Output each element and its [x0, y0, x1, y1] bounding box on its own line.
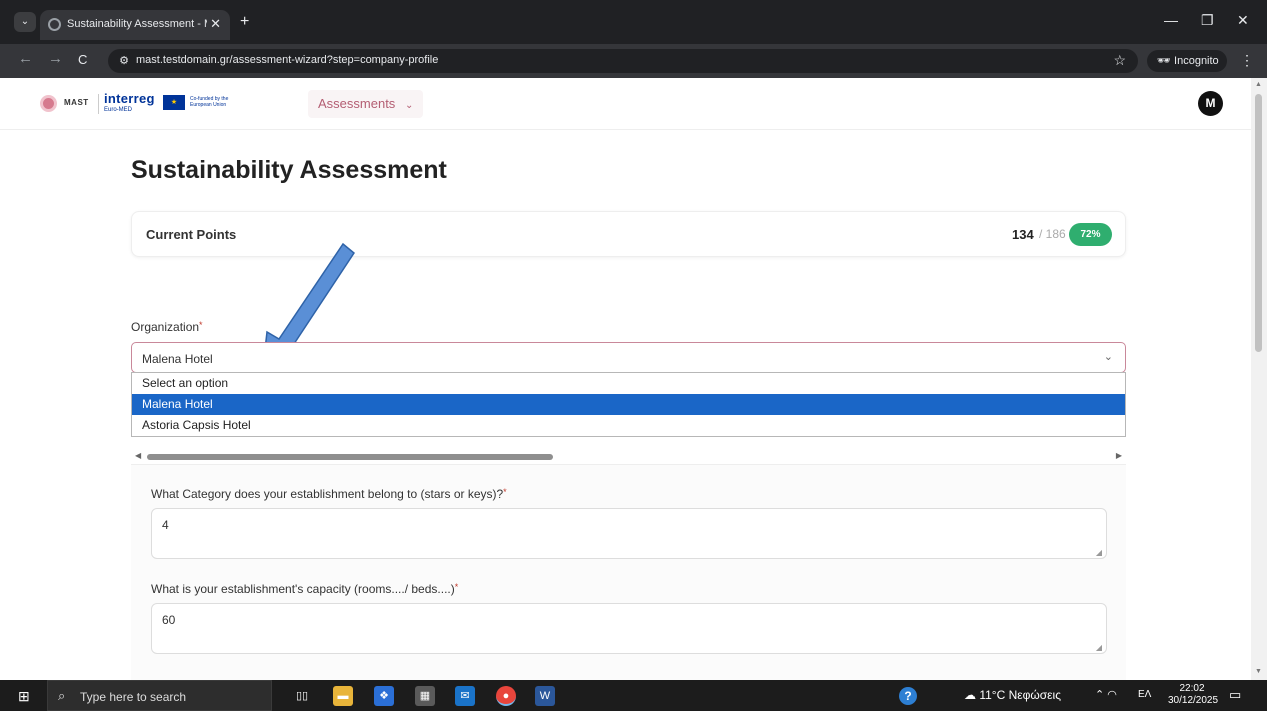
- globe-icon: [48, 18, 61, 31]
- question-category-text: What Category does your establishment be…: [151, 487, 504, 501]
- question-capacity-label: What is your establishment's capacity (r…: [151, 582, 458, 596]
- scroll-left-icon[interactable]: ◀: [135, 451, 141, 460]
- close-window-button[interactable]: ✕: [1237, 12, 1249, 29]
- option-astoria-capsis-hotel[interactable]: Astoria Capsis Hotel: [132, 415, 1125, 436]
- vertical-scroll-thumb[interactable]: [1255, 94, 1262, 352]
- address-bar[interactable]: ⚙ mast.testdomain.gr/assessment-wizard?s…: [108, 49, 1138, 73]
- organization-select[interactable]: Malena Hotel ⌄: [131, 342, 1126, 373]
- question-capacity-text: What is your establishment's capacity (r…: [151, 582, 455, 596]
- capacity-textarea[interactable]: 60 ◢: [151, 603, 1107, 654]
- browser-tab-bar: ⌄ Sustainability Assessment - MA ✕ + — ❐…: [0, 0, 1267, 44]
- taskbar-search-placeholder: Type here to search: [80, 690, 187, 704]
- store-icon[interactable]: ▦: [415, 686, 435, 706]
- clock-date: 30/12/2025: [1168, 695, 1219, 706]
- browser-tab[interactable]: Sustainability Assessment - MA ✕: [40, 10, 230, 40]
- horizontal-scroll-thumb[interactable]: [147, 454, 553, 460]
- incognito-icon: 🕶: [1157, 55, 1175, 67]
- organization-dropdown: Select an option Malena Hotel Astoria Ca…: [131, 372, 1126, 437]
- vertical-scrollbar[interactable]: ▲ ▼: [1251, 78, 1267, 680]
- points-total: / 186: [1039, 227, 1066, 241]
- brand-eu-text: Co-funded by the European Union: [190, 96, 229, 108]
- screen: ⌄ Sustainability Assessment - MA ✕ + — ❐…: [0, 0, 1267, 711]
- file-explorer-icon[interactable]: ▬: [333, 686, 353, 706]
- clock[interactable]: 22:02 30/12/2025: [1168, 683, 1219, 707]
- minimize-button[interactable]: —: [1164, 12, 1178, 28]
- language-indicator[interactable]: ΕΛ: [1138, 689, 1151, 700]
- scroll-down-icon[interactable]: ▼: [1255, 668, 1262, 675]
- mast-logo-icon: [40, 95, 57, 112]
- mail-icon[interactable]: ✉: [455, 686, 475, 706]
- windows-start-icon[interactable]: ⊞: [18, 688, 30, 705]
- browser-toolbar: ← → C ⚙ mast.testdomain.gr/assessment-wi…: [0, 44, 1267, 78]
- horizontal-scrollbar[interactable]: ◀ ▶: [131, 449, 1126, 465]
- browser-menu-icon[interactable]: ⋮: [1240, 52, 1254, 69]
- task-view-icon[interactable]: ▯▯: [292, 686, 312, 706]
- logo-divider: [98, 94, 99, 114]
- url-text: mast.testdomain.gr/assessment-wizard?ste…: [136, 54, 439, 66]
- organization-selected-value: Malena Hotel: [142, 352, 213, 366]
- resize-grip-icon[interactable]: ◢: [1096, 643, 1102, 652]
- page-title: Sustainability Assessment: [131, 156, 447, 184]
- dropbox-icon[interactable]: ❖: [374, 686, 394, 706]
- scroll-right-icon[interactable]: ▶: [1116, 451, 1122, 460]
- forward-button[interactable]: →: [48, 50, 63, 67]
- tab-close-icon[interactable]: ✕: [210, 16, 221, 32]
- scroll-up-icon[interactable]: ▲: [1255, 81, 1262, 88]
- chevron-down-icon: ⌄: [1103, 351, 1113, 363]
- required-mark: *: [503, 487, 507, 497]
- new-tab-button[interactable]: +: [240, 13, 249, 31]
- weather-text: 11°C Νεφώσεις: [979, 688, 1061, 702]
- organization-label: Organization*: [131, 320, 203, 334]
- reload-button[interactable]: C: [78, 52, 87, 67]
- clock-time: 22:02: [1179, 683, 1205, 694]
- search-icon: ⌕: [58, 688, 66, 703]
- company-profile-form: What Category does your establishment be…: [131, 465, 1126, 680]
- system-tray-icons[interactable]: ⌃ ◠: [1095, 688, 1117, 701]
- brand-euromed: Euro-MED: [104, 107, 133, 113]
- tab-search-menu-button[interactable]: ⌄: [14, 12, 36, 32]
- required-mark: *: [199, 320, 203, 330]
- capacity-value: 60: [162, 613, 176, 627]
- category-textarea[interactable]: 4 ◢: [151, 508, 1107, 559]
- option-select-placeholder[interactable]: Select an option: [132, 373, 1125, 394]
- weather-widget[interactable]: ☁ 11°C Νεφώσεις: [964, 688, 1061, 702]
- eu-flag-icon: ★: [163, 95, 185, 110]
- restore-button[interactable]: ❐: [1201, 12, 1214, 29]
- points-current: 134: [1012, 227, 1034, 242]
- organization-label-text: Organization: [131, 320, 200, 334]
- taskbar-search[interactable]: ⌕ Type here to search: [47, 680, 272, 711]
- tab-title: Sustainability Assessment - MA: [67, 18, 207, 30]
- brand-mast: MAST: [64, 98, 89, 107]
- notification-icon[interactable]: ▭: [1229, 687, 1241, 703]
- help-icon[interactable]: ?: [899, 687, 917, 705]
- bookmark-star-icon[interactable]: ☆: [1113, 52, 1126, 69]
- brand-interreg: interreg: [104, 91, 155, 106]
- app-header: MAST interreg Euro-MED ★ Co-funded by th…: [0, 78, 1251, 130]
- back-button[interactable]: ←: [18, 50, 33, 67]
- assessments-nav-label: Assessments: [318, 96, 396, 111]
- word-icon[interactable]: W: [535, 686, 555, 706]
- resize-grip-icon[interactable]: ◢: [1096, 548, 1102, 557]
- question-category-label: What Category does your establishment be…: [151, 487, 507, 501]
- category-value: 4: [162, 518, 169, 532]
- chevron-down-icon: ⌄: [404, 100, 414, 111]
- user-avatar[interactable]: M: [1198, 91, 1223, 116]
- windows-taskbar: ⊞ ⌕ Type here to search ▯▯ ▬ ❖ ▦ ✉ ● W ?…: [0, 680, 1267, 711]
- points-percent-badge: 72%: [1069, 223, 1112, 246]
- incognito-label: Incognito: [1174, 55, 1219, 67]
- points-label: Current Points: [146, 227, 237, 242]
- option-malena-hotel[interactable]: Malena Hotel: [132, 394, 1125, 415]
- incognito-indicator[interactable]: 🕶 Incognito: [1147, 50, 1227, 72]
- required-mark: *: [454, 582, 459, 592]
- site-info-icon[interactable]: ⚙: [116, 53, 132, 69]
- assessments-nav-button[interactable]: Assessments ⌄: [308, 90, 424, 118]
- chrome-icon[interactable]: ●: [496, 686, 516, 706]
- cloud-icon: ☁: [964, 688, 980, 702]
- web-page: MAST interreg Euro-MED ★ Co-funded by th…: [0, 78, 1255, 680]
